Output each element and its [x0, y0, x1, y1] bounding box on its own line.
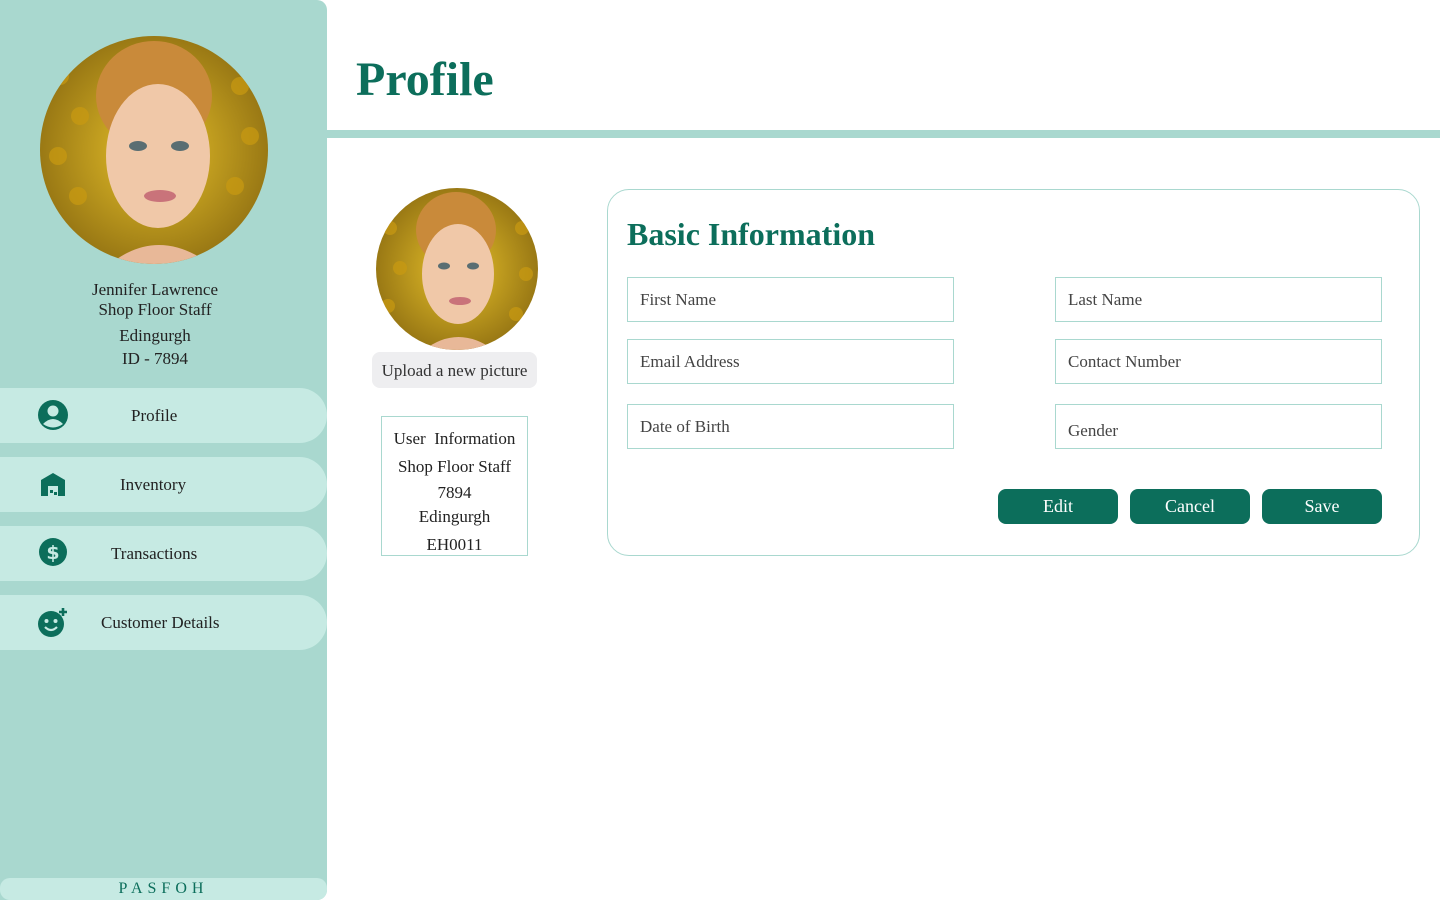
sidebar-item-label: Customer Details — [101, 613, 220, 632]
last-name-input[interactable] — [1055, 277, 1382, 322]
contact-number-input[interactable] — [1055, 339, 1382, 384]
sidebar-user-location: Edingurgh — [119, 326, 191, 345]
sidebar-item-inventory[interactable]: Inventory — [0, 457, 327, 512]
dollar-circle-icon: $ — [39, 538, 67, 566]
sidebar-item-label: Profile — [131, 406, 178, 425]
sidebar-item-label: Transactions — [111, 544, 198, 563]
email-input[interactable] — [627, 339, 954, 384]
basic-information-title: Basic Information — [627, 216, 875, 252]
sidebar-user-id: ID - 7894 — [121, 349, 189, 368]
user-information-card: User Information Shop Floor Staff 7894 E… — [381, 416, 528, 556]
sidebar-user-role: Shop Floor Staff — [98, 300, 212, 319]
add-customer-icon — [38, 608, 67, 637]
svg-text:$: $ — [46, 542, 59, 564]
user-info-id: 7894 — [437, 483, 472, 502]
sidebar: Jennifer Lawrence Shop Floor Staff Eding… — [0, 0, 327, 900]
warehouse-icon — [41, 473, 65, 496]
user-info-heading: User Information — [393, 429, 516, 448]
user-info-role: Shop Floor Staff — [397, 457, 512, 476]
sidebar-avatar — [40, 36, 268, 264]
first-name-input[interactable] — [627, 277, 954, 322]
cancel-button[interactable]: Cancel — [1130, 489, 1250, 524]
gender-input[interactable] — [1055, 404, 1382, 449]
date-of-birth-input[interactable] — [627, 404, 954, 449]
edit-button[interactable]: Edit — [998, 489, 1118, 524]
user-circle-icon — [38, 400, 68, 430]
profile-avatar — [376, 188, 538, 350]
header-divider — [327, 130, 1440, 138]
sidebar-item-transactions[interactable]: $ Transactions — [0, 526, 327, 581]
page-title: Profile — [356, 53, 494, 106]
user-info-code: EH0011 — [426, 535, 483, 554]
user-info-location: Edingurgh — [418, 507, 491, 526]
upload-picture-button[interactable]: Upload a new picture — [372, 352, 537, 388]
sidebar-item-label: Inventory — [120, 475, 187, 494]
save-button[interactable]: Save — [1262, 489, 1382, 524]
brand-logo: PASFOH — [0, 878, 327, 900]
sidebar-item-customer-details[interactable]: Customer Details — [0, 595, 327, 650]
sidebar-item-profile[interactable]: Profile — [0, 388, 327, 443]
sidebar-user-info: Jennifer Lawrence Shop Floor Staff Eding… — [0, 278, 310, 370]
